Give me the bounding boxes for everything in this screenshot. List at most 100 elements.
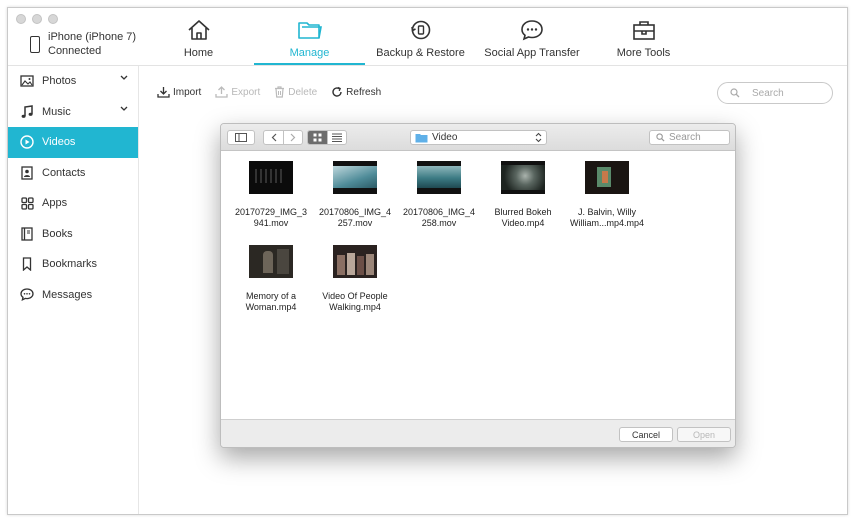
- grid-icon: [313, 133, 322, 142]
- nav-label: More Tools: [616, 47, 671, 59]
- forward-button[interactable]: [283, 131, 302, 144]
- chat-icon: [521, 20, 543, 41]
- device-info[interactable]: iPhone (iPhone 7) Connected: [30, 30, 136, 58]
- backup-icon: [410, 20, 430, 40]
- sidebar-item-music[interactable]: Music: [8, 97, 138, 128]
- export-button[interactable]: Export: [215, 86, 260, 98]
- sidebar-item-label: Messages: [42, 288, 93, 301]
- search-placeholder: Search: [752, 87, 784, 99]
- search-input[interactable]: Search: [717, 82, 833, 104]
- import-icon: [157, 87, 170, 98]
- book-icon: [20, 227, 34, 241]
- chevron-left-icon: [271, 133, 276, 142]
- file-name-line: 20170729_IMG_3: [234, 207, 308, 217]
- sidebar-item-messages[interactable]: Messages: [8, 280, 138, 311]
- list-view-button[interactable]: [327, 131, 346, 144]
- sidebar-item-label: Apps: [42, 197, 68, 210]
- sidebar-toggle-button[interactable]: [227, 130, 255, 145]
- video-thumbnail: [585, 161, 629, 194]
- refresh-icon: [332, 86, 342, 97]
- nav-backup-restore[interactable]: Backup & Restore: [365, 8, 476, 65]
- sidebar: Photos Music Videos Contacts Apps Books …: [8, 66, 139, 514]
- toolbox-icon: [632, 21, 655, 40]
- folder-icon: [297, 22, 322, 39]
- dialog-search-input[interactable]: Search: [649, 130, 730, 145]
- sidebar-item-label: Bookmarks: [42, 258, 98, 271]
- nav-label: Manage: [289, 47, 330, 59]
- delete-button[interactable]: Delete: [274, 86, 317, 98]
- sidebar-item-apps[interactable]: Apps: [8, 188, 138, 219]
- zoom-window-button[interactable]: [48, 14, 58, 24]
- apps-icon: [20, 196, 34, 210]
- open-button[interactable]: Open: [677, 427, 731, 442]
- cancel-button[interactable]: Cancel: [619, 427, 673, 442]
- import-label: Import: [173, 86, 202, 98]
- folder-path-popup[interactable]: Video: [410, 130, 547, 145]
- file-item[interactable]: 20170806_IMG_4 257.mov: [313, 161, 397, 245]
- export-icon: [215, 86, 228, 98]
- file-item[interactable]: 20170806_IMG_4 258.mov: [397, 161, 481, 245]
- window-controls: [16, 14, 58, 24]
- content-toolbar: Import Export Delete Refresh: [157, 86, 381, 98]
- chevron-down-icon[interactable]: [120, 106, 128, 112]
- search-icon: [656, 133, 665, 142]
- sidebar-item-photos[interactable]: Photos: [8, 66, 138, 97]
- trash-icon: [275, 86, 285, 98]
- app-window: iPhone (iPhone 7) Connected Home Manage …: [7, 7, 848, 515]
- nav-home[interactable]: Home: [143, 8, 254, 65]
- device-status: Connected: [48, 45, 102, 57]
- file-open-dialog: Video Search 20170729_IMG_3 941.mov 20170…: [220, 123, 736, 448]
- folder-icon: [415, 133, 428, 142]
- refresh-button[interactable]: Refresh: [331, 86, 381, 98]
- delete-label: Delete: [288, 86, 318, 98]
- dialog-toolbar: Video Search: [221, 124, 735, 151]
- file-name-line: Memory of a: [245, 291, 296, 301]
- home-icon: [187, 20, 210, 40]
- contacts-icon: [20, 166, 34, 180]
- chevron-down-icon[interactable]: [120, 75, 128, 81]
- bookmark-icon: [20, 257, 34, 272]
- back-button[interactable]: [264, 131, 283, 144]
- dialog-search-placeholder: Search: [669, 132, 701, 143]
- sidebar-item-bookmarks[interactable]: Bookmarks: [8, 249, 138, 280]
- play-icon: [20, 135, 34, 149]
- file-name-line: 941.mov: [253, 218, 289, 228]
- file-name-line: 20170806_IMG_4: [318, 207, 392, 217]
- music-icon: [20, 104, 34, 119]
- nav-label: Home: [183, 47, 214, 59]
- sidebar-item-videos[interactable]: Videos: [8, 127, 138, 158]
- close-window-button[interactable]: [16, 14, 26, 24]
- search-icon: [730, 88, 740, 98]
- file-name-line: Video.mp4: [501, 218, 545, 228]
- file-item[interactable]: Memory of a Woman.mp4: [229, 245, 313, 329]
- device-name: iPhone (iPhone 7): [48, 31, 137, 43]
- file-name-line: Woman.mp4: [245, 302, 297, 312]
- sidebar-item-label: Music: [42, 105, 71, 118]
- file-item[interactable]: 20170729_IMG_3 941.mov: [229, 161, 313, 245]
- nav-social-app-transfer[interactable]: Social App Transfer: [476, 8, 588, 65]
- sidebar-item-contacts[interactable]: Contacts: [8, 158, 138, 189]
- file-grid: 20170729_IMG_3 941.mov 20170806_IMG_4 257.…: [229, 161, 727, 329]
- import-button[interactable]: Import: [157, 86, 201, 98]
- file-name-line: 257.mov: [337, 218, 373, 228]
- video-thumbnail: [333, 161, 377, 194]
- sidebar-toggle-icon: [235, 133, 247, 142]
- sidebar-item-label: Books: [42, 227, 73, 240]
- nav-label: Social App Transfer: [484, 47, 580, 59]
- refresh-label: Refresh: [346, 86, 382, 98]
- view-mode-control: [307, 130, 347, 145]
- file-name-line: Blurred Bokeh: [494, 207, 552, 217]
- file-item[interactable]: J. Balvin, Willy William...mp4.mp4: [565, 161, 649, 245]
- video-thumbnail: [333, 245, 377, 278]
- minimize-window-button[interactable]: [32, 14, 42, 24]
- chevron-right-icon: [290, 133, 296, 142]
- sidebar-item-books[interactable]: Books: [8, 219, 138, 250]
- file-item[interactable]: Video Of People Walking.mp4: [313, 245, 397, 329]
- nav-more-tools[interactable]: More Tools: [588, 8, 699, 65]
- file-name-line: 258.mov: [421, 218, 457, 228]
- file-item[interactable]: Blurred Bokeh Video.mp4: [481, 161, 565, 245]
- video-thumbnail: [501, 161, 545, 194]
- icon-view-button[interactable]: [308, 131, 327, 144]
- video-thumbnail: [249, 161, 293, 194]
- nav-manage[interactable]: Manage: [254, 8, 365, 65]
